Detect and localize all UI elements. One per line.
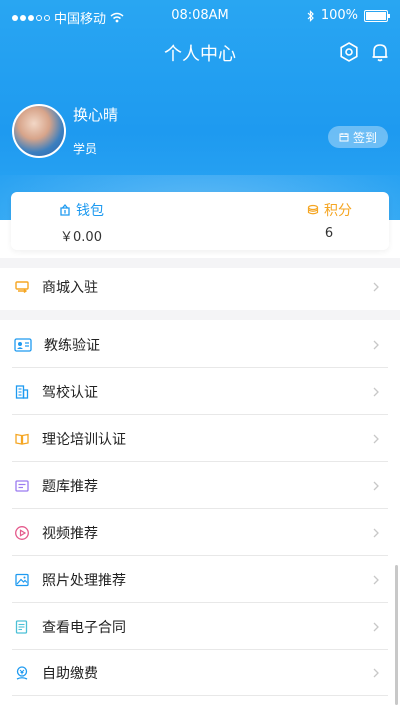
menu-label: 查看电子合同 — [42, 619, 126, 636]
chevron-right-icon — [373, 528, 379, 537]
wallet-label: 钱包 — [76, 203, 104, 219]
bell-icon[interactable] — [369, 41, 391, 63]
user-role: 学员 — [73, 142, 98, 156]
chevron-right-icon — [373, 387, 379, 396]
status-right: 100% — [307, 8, 390, 23]
chevron-right-icon — [373, 434, 379, 443]
nav-bar: 个人中心 — [0, 32, 400, 72]
settings-icon[interactable] — [338, 41, 360, 63]
menu-label: 题库推荐 — [42, 478, 98, 495]
chevron-right-icon — [373, 622, 379, 631]
chevron-right-icon — [373, 668, 379, 677]
question-bank-icon — [15, 479, 29, 492]
menu-item-coach-verify[interactable]: 教练验证 — [12, 322, 388, 368]
status-bar: 中国移动 08:08AM 100% — [0, 0, 400, 32]
menu-item-video[interactable]: 视频推荐 — [12, 510, 388, 556]
play-icon — [15, 525, 29, 540]
photo-icon — [15, 573, 29, 586]
menu-item-photo[interactable]: 照片处理推荐 — [12, 557, 388, 603]
menu-item-question-bank[interactable]: 题库推荐 — [12, 463, 388, 509]
menu-label: 教练验证 — [44, 337, 100, 354]
building-icon — [15, 384, 29, 399]
scrollbar[interactable] — [395, 565, 398, 705]
battery-percent: 100% — [320, 8, 358, 23]
avatar[interactable] — [12, 104, 66, 158]
id-card-icon — [14, 337, 32, 352]
menu-item-school-cert[interactable]: 驾校认证 — [12, 369, 388, 415]
signin-button[interactable]: 签到 — [328, 126, 388, 148]
battery-icon — [364, 9, 390, 22]
menu-label: 照片处理推荐 — [42, 572, 126, 589]
calendar-icon — [339, 133, 349, 142]
menu-label: 理论培训认证 — [42, 431, 126, 448]
contract-icon — [15, 619, 28, 634]
menu-label: 驾校认证 — [42, 384, 98, 401]
menu-item-contract[interactable]: 查看电子合同 — [12, 604, 388, 650]
points-section[interactable]: 积分 6 — [259, 200, 399, 241]
book-icon — [15, 433, 29, 445]
menu-item-theory-cert[interactable]: 理论培训认证 — [12, 416, 388, 462]
wallet-section[interactable]: 钱包 ￥0.00 — [11, 200, 151, 245]
menu-item-store[interactable]: 商城入驻 — [12, 264, 388, 310]
signin-label: 签到 — [352, 130, 377, 145]
user-name: 换心晴 — [73, 106, 119, 124]
profile-section: 换心晴 学员 签到 — [12, 104, 392, 164]
section-divider — [0, 310, 400, 320]
points-label: 积分 — [324, 203, 352, 219]
chevron-right-icon — [373, 282, 379, 292]
wallet-card: 钱包 ￥0.00 积分 6 — [11, 192, 389, 250]
menu-label: 视频推荐 — [42, 525, 98, 542]
chevron-right-icon — [373, 340, 379, 349]
coins-icon — [307, 204, 319, 215]
profile-header: 中国移动 08:08AM 100% 个人中心 换心晴 学员 签到 — [0, 0, 400, 220]
points-value: 6 — [324, 226, 334, 241]
chevron-right-icon — [373, 575, 379, 584]
bluetooth-icon — [307, 9, 314, 22]
wallet-icon — [60, 203, 70, 216]
payment-icon — [16, 665, 28, 680]
wallet-balance: ￥0.00 — [60, 230, 102, 245]
store-icon — [15, 281, 29, 294]
menu-item-payment[interactable]: 自助缴费 — [12, 650, 388, 696]
chevron-right-icon — [373, 481, 379, 490]
menu-label: 自助缴费 — [42, 665, 98, 682]
menu-label: 商城入驻 — [42, 280, 98, 296]
